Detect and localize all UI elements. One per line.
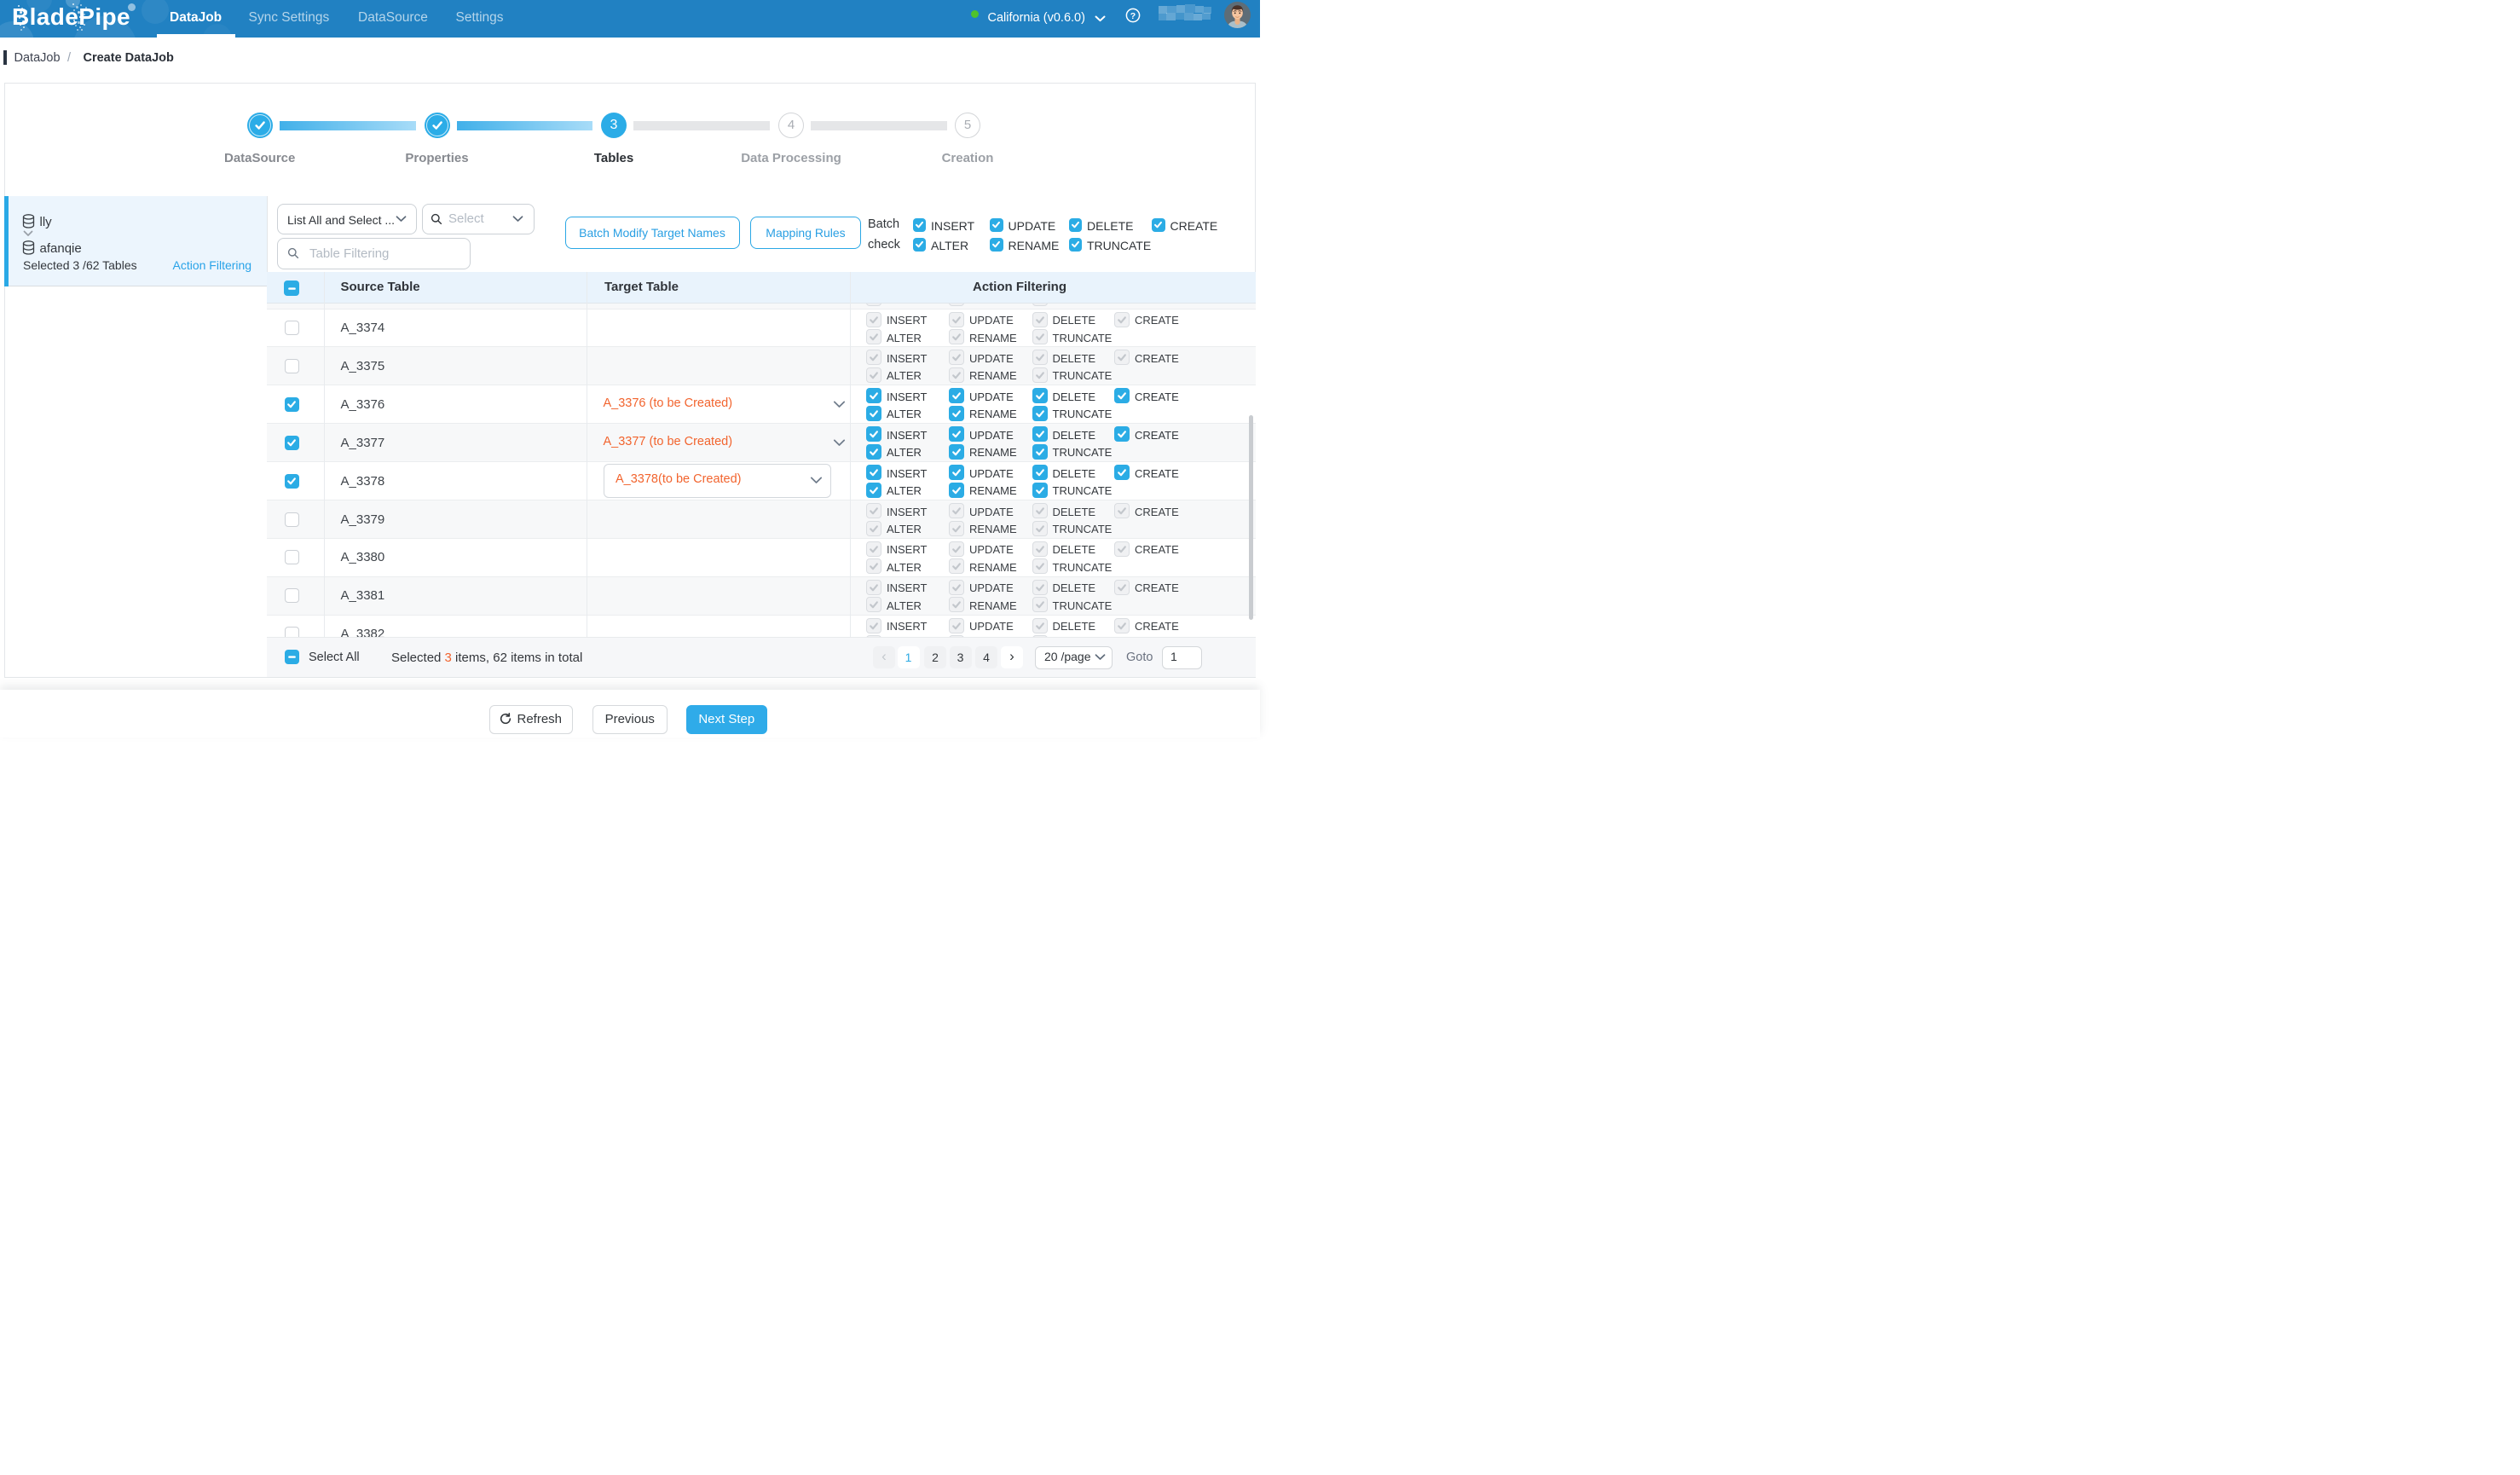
svg-text:?: ? bbox=[1130, 11, 1136, 21]
